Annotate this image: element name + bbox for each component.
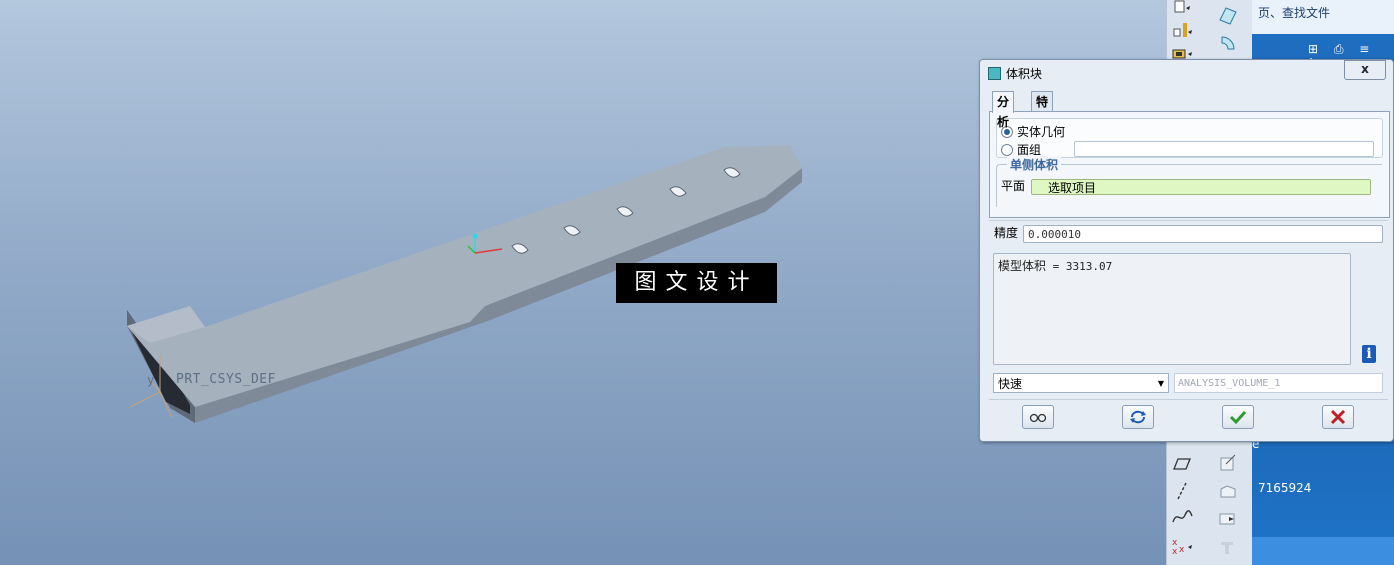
dialog-titlebar[interactable]: 体积块 x — [980, 60, 1393, 86]
sketch-file-icon[interactable] — [1171, 0, 1193, 18]
result-label: 模型体积 — [998, 259, 1047, 273]
datum-point-tool-icon[interactable]: xxx — [1171, 535, 1193, 557]
info-icon[interactable]: i — [1362, 345, 1376, 363]
plane-selection-field[interactable]: 选取项目 — [1031, 179, 1371, 195]
radio-circle[interactable] — [1001, 143, 1013, 156]
preview-button[interactable] — [1022, 405, 1054, 429]
dialog-button-bar — [989, 399, 1388, 438]
mode-select-value: 快速 — [998, 377, 1023, 391]
svg-text:x: x — [1179, 545, 1185, 555]
datum-plane-tool-icon[interactable] — [1217, 4, 1239, 26]
dialog-app-icon — [988, 67, 1001, 80]
shell-tool-icon[interactable] — [1217, 480, 1239, 502]
radio-solid-geometry[interactable]: 实体几何 — [1001, 123, 1065, 140]
ok-button[interactable] — [1222, 405, 1254, 429]
curve-tool-icon[interactable] — [1171, 506, 1193, 528]
rib-tool-icon[interactable] — [1217, 536, 1239, 558]
tab-analysis[interactable]: 分析 — [992, 91, 1015, 129]
one-sided-volume-title: 单侧体积 — [1007, 156, 1062, 173]
datum-axis-icon[interactable] — [1171, 480, 1193, 502]
precision-label: 精度 — [994, 226, 1019, 240]
csys-axis-label: y — [147, 373, 155, 387]
glasses-icon — [1029, 413, 1047, 423]
draft-tool-icon[interactable] — [1217, 508, 1239, 530]
mode-select[interactable]: 快速 ▼ — [993, 373, 1169, 393]
repeat-button[interactable] — [1122, 405, 1154, 429]
result-box: 模型体积 = 3313.07 — [993, 253, 1351, 365]
one-sided-volume-section: 单侧体积 平面 选取项目 — [996, 156, 1382, 207]
side-panel-search-text: 页、查找文件 — [1258, 6, 1331, 20]
edit-tool-icon[interactable] — [1217, 452, 1239, 474]
tab-feature[interactable]: 特征 — [1031, 91, 1054, 129]
watermark-text: 图文设计 — [616, 263, 777, 303]
cancel-x-icon — [1330, 409, 1346, 425]
close-button[interactable]: x — [1344, 60, 1386, 80]
csys-label: PRT_CSYS_DEF — [176, 372, 276, 387]
cancel-button[interactable] — [1322, 405, 1354, 429]
quilt-selection-field[interactable] — [1074, 141, 1374, 157]
revolve-tool-icon[interactable] — [1217, 32, 1239, 54]
dialog-title: 体积块 — [1006, 67, 1043, 81]
side-panel-search-bar[interactable]: 页、查找文件 — [1252, 0, 1394, 34]
datum-axis-tool-icon[interactable] — [1171, 20, 1193, 42]
sketch-tool-icon[interactable] — [1171, 452, 1193, 474]
side-panel-number: 7165924 — [1258, 481, 1312, 495]
volume-analysis-dialog: 体积块 x 分析 特征 实体几何 面组 单侧体积 平面 选取项目 精度 0.00… — [979, 59, 1394, 442]
checkmark-icon — [1229, 410, 1247, 425]
precision-input[interactable]: 0.000010 — [1023, 225, 1383, 243]
divider — [989, 220, 1388, 221]
svg-text:x: x — [1172, 547, 1178, 557]
analysis-tab-panel: 实体几何 面组 单侧体积 平面 选取项目 — [989, 111, 1390, 218]
plane-label: 平面 — [1001, 179, 1026, 193]
refresh-icon — [1130, 410, 1146, 424]
result-value: = 3313.07 — [1052, 260, 1113, 273]
radio-solid-geometry-label: 实体几何 — [1017, 125, 1066, 139]
side-panel-footer — [1252, 537, 1394, 565]
chevron-down-icon: ▼ — [1157, 379, 1164, 388]
analysis-name-input[interactable]: ANALYSIS_VOLUME_1 — [1174, 373, 1383, 393]
geometry-type-group: 实体几何 面组 — [996, 118, 1383, 158]
